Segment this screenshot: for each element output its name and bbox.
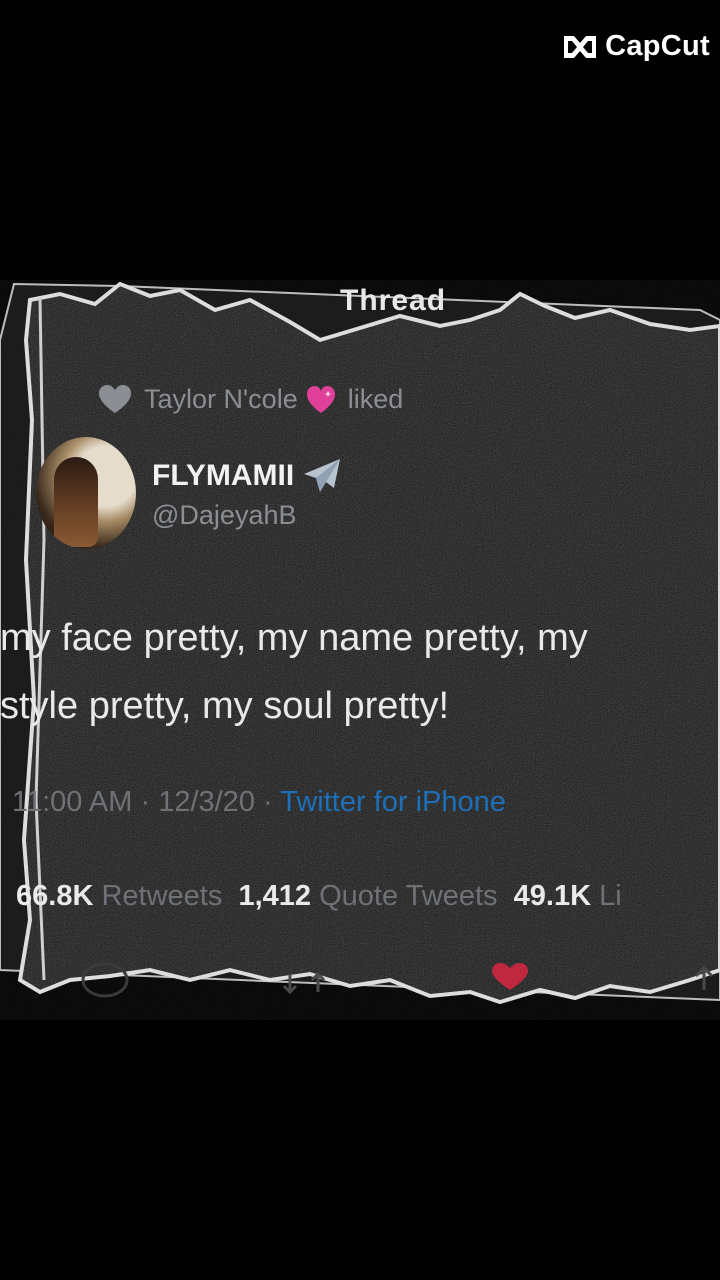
airplane-icon — [304, 459, 341, 492]
liker-name[interactable]: Taylor N'cole — [144, 384, 298, 415]
social-context: Taylor N'cole liked — [98, 384, 403, 415]
tweet-text-line-1: my face pretty, my name pretty, my — [0, 617, 588, 659]
pink-heart-icon — [306, 385, 335, 413]
capcut-logo-icon — [564, 35, 597, 58]
retweet-icon[interactable] — [282, 971, 326, 995]
retweets-label[interactable]: Retweets — [101, 880, 222, 912]
tweet-text: my face pretty, my name pretty, my style… — [0, 604, 720, 740]
tweet-stats: 66.8K Retweets 1,412 Quote Tweets 49.1K … — [16, 880, 622, 913]
heart-icon — [99, 384, 131, 413]
avatar-photo — [54, 457, 98, 547]
meta-separator: · — [140, 786, 151, 818]
video-frame: CapCut Thread Taylor N'cole liked FLYMAM… — [0, 0, 720, 1280]
liked-label: liked — [347, 384, 404, 414]
tweet-time: 11:00 AM — [12, 786, 133, 818]
tweet-meta: 11:00 AM · 12/3/20 · Twitter for iPhone — [12, 786, 506, 819]
capcut-watermark: CapCut — [561, 30, 710, 63]
tweet-action-bar — [81, 962, 714, 998]
share-icon[interactable] — [694, 965, 714, 990]
tweet-date: 12/3/20 — [158, 786, 255, 818]
reply-icon[interactable] — [81, 962, 129, 998]
likes-count[interactable]: 49.1K — [514, 880, 591, 912]
page-title: Thread — [340, 284, 447, 317]
likes-label[interactable]: Li — [599, 880, 622, 912]
user-handle[interactable]: @DajeyahB — [152, 500, 296, 531]
avatar[interactable] — [36, 437, 136, 549]
retweets-count[interactable]: 66.8K — [16, 880, 93, 912]
quote-tweets-count[interactable]: 1,412 — [238, 880, 311, 912]
like-icon[interactable] — [492, 963, 528, 990]
quote-tweets-label[interactable]: Quote Tweets — [319, 880, 497, 912]
capcut-wordmark: CapCut — [605, 30, 710, 62]
display-name[interactable]: FLYMAMII — [152, 456, 344, 496]
tweet-text-line-2: style pretty, my soul pretty! — [0, 685, 450, 727]
tweet-source-link[interactable]: Twitter for iPhone — [280, 786, 506, 818]
meta-separator-2: · — [263, 786, 273, 818]
